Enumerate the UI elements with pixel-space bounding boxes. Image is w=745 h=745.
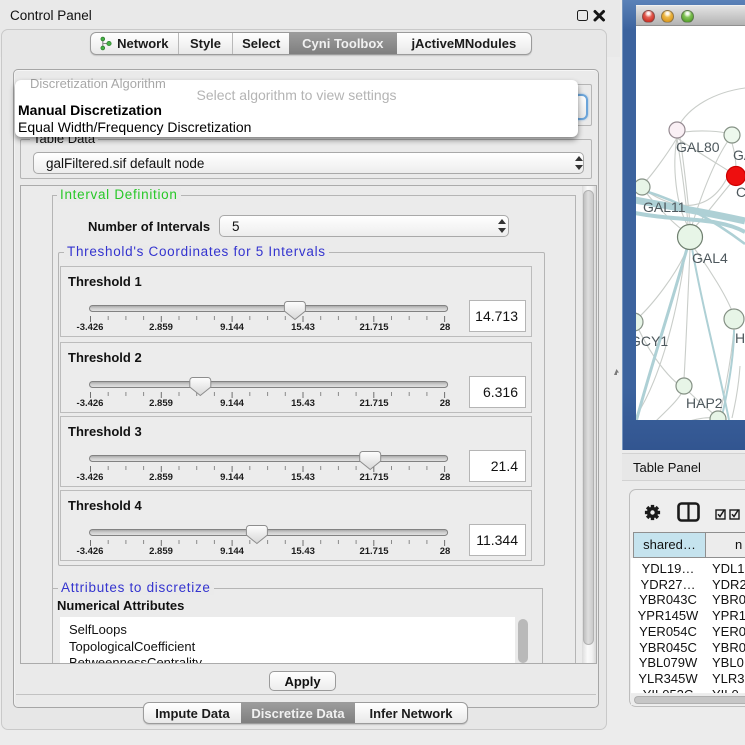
svg-text:GAL80: GAL80 [676, 139, 720, 155]
svg-text:GAL4: GAL4 [692, 250, 728, 266]
svg-text:GCY1: GCY1 [636, 333, 668, 349]
svg-text:GAL11: GAL11 [643, 199, 686, 215]
svg-text:GA: GA [733, 147, 745, 163]
svg-text:C: C [736, 184, 745, 200]
svg-text:H: H [735, 330, 745, 346]
svg-text:HAP2: HAP2 [686, 395, 723, 411]
